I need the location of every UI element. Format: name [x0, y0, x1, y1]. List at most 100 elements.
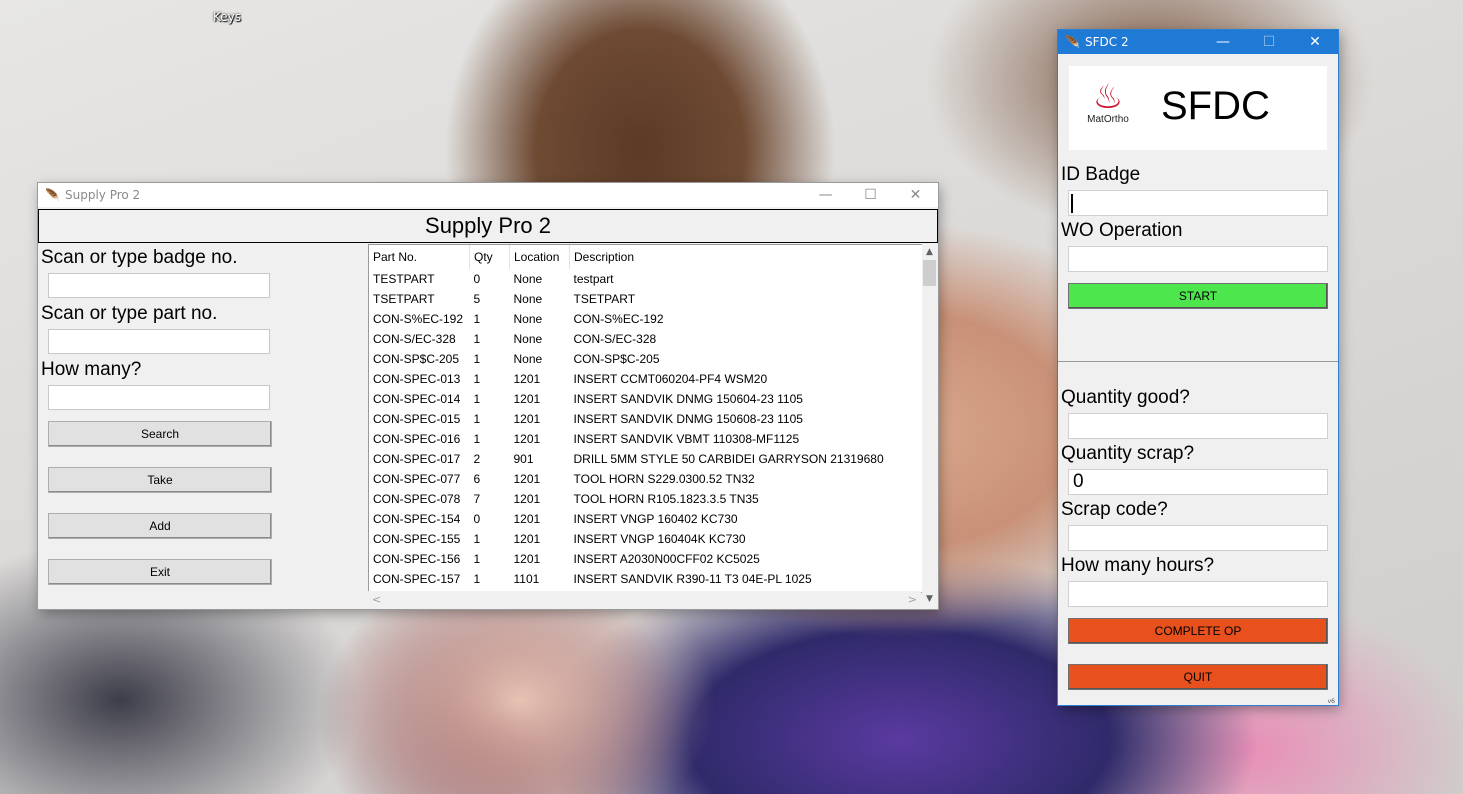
- column-header-qty[interactable]: Qty: [469, 245, 510, 269]
- description-cell: INSERT VNGP 160402 KC730: [573, 512, 738, 526]
- id-badge-input[interactable]: [1068, 190, 1328, 216]
- part-no-cell: TESTPART: [373, 272, 435, 286]
- part-no-cell: CON-SPEC-017: [373, 452, 461, 466]
- vertical-scrollbar[interactable]: ▲ ▼: [922, 244, 937, 607]
- scroll-right-icon[interactable]: >: [908, 593, 917, 606]
- table-row[interactable]: CON-SPEC-155 1 1201 INSERT VNGP 160404K KC7…: [369, 529, 918, 549]
- part-no-cell: CON-SP$C-205: [373, 352, 460, 366]
- table-header-row: Part No. Qty Location Description: [369, 245, 918, 269]
- location-cell: None: [513, 352, 543, 366]
- matortho-logo: ♨ MatOrtho: [1083, 80, 1133, 125]
- maximize-button[interactable]: ☐: [848, 183, 893, 207]
- sfdc-titlebar[interactable]: 🪶 SFDC 2 — ☐ ✕: [1058, 30, 1338, 54]
- horizontal-scrollbar[interactable]: < >: [368, 591, 921, 607]
- location-cell: 901: [513, 452, 534, 466]
- table-row[interactable]: CON-SPEC-015 1 1201 INSERT SANDVIK DNMG 150…: [369, 409, 918, 429]
- id-badge-label: ID Badge: [1061, 164, 1141, 185]
- version-label: v6: [1327, 698, 1335, 705]
- column-header-description[interactable]: Description: [569, 245, 918, 269]
- complete-op-button[interactable]: COMPLETE OP: [1068, 618, 1328, 644]
- part-no-cell: CON-SPEC-015: [373, 412, 461, 426]
- sfdc-window: 🪶 SFDC 2 — ☐ ✕ ♨ MatOrtho SFDC ID Badge …: [1058, 30, 1338, 705]
- column-header-location[interactable]: Location: [509, 245, 570, 269]
- part-no-cell: TSETPART: [373, 292, 435, 306]
- maximize-button[interactable]: ☐: [1246, 30, 1292, 54]
- window-title: SFDC 2: [1085, 35, 1129, 49]
- quantity-good-input[interactable]: [1068, 413, 1328, 439]
- table-row[interactable]: CON-SPEC-013 1 1201 INSERT CCMT060204-PF4 W…: [369, 369, 918, 389]
- add-button[interactable]: Add: [48, 513, 272, 539]
- location-cell: None: [513, 332, 543, 346]
- table-row[interactable]: CON-SPEC-078 7 1201 TOOL HORN R105.1823.3.5…: [369, 489, 918, 509]
- description-cell: INSERT SANDVIK DNMG 150608-23 1105: [573, 412, 803, 426]
- desktop-icon-keys[interactable]: Keys: [205, 0, 249, 24]
- exit-button[interactable]: Exit: [48, 559, 272, 585]
- table-row[interactable]: CON-SP$C-205 1 None CON-SP$C-205: [369, 349, 918, 369]
- qty-cell: 0: [473, 512, 481, 526]
- start-button[interactable]: START: [1068, 283, 1328, 309]
- wo-operation-label: WO Operation: [1061, 220, 1183, 241]
- qty-cell: 1: [473, 372, 481, 386]
- table-row[interactable]: CON-SPEC-156 1 1201 INSERT A2030N00CFF02 KC…: [369, 549, 918, 569]
- search-button[interactable]: Search: [48, 421, 272, 447]
- table-row[interactable]: TSETPART 5 None TSETPART: [369, 289, 918, 309]
- table-row[interactable]: CON-SPEC-077 6 1201 TOOL HORN S229.0300.52 …: [369, 469, 918, 489]
- scroll-up-icon[interactable]: ▲: [922, 244, 937, 260]
- part-no-cell: CON-S/EC-328: [373, 332, 456, 346]
- location-cell: 1201: [513, 492, 541, 506]
- location-cell: 1201: [513, 472, 541, 486]
- table-row[interactable]: CON-SPEC-016 1 1201 INSERT SANDVIK VBMT 110…: [369, 429, 918, 449]
- qty-cell: 1: [473, 432, 481, 446]
- take-button[interactable]: Take: [48, 467, 272, 493]
- table-row[interactable]: CON-S%EC-192 1 None CON-S%EC-192: [369, 309, 918, 329]
- scroll-left-icon[interactable]: <: [372, 593, 381, 606]
- scroll-thumb[interactable]: [923, 260, 936, 286]
- location-cell: 1201: [513, 512, 541, 526]
- close-button[interactable]: ✕: [893, 183, 938, 207]
- parts-table[interactable]: Part No. Qty Location Description TESTPA…: [368, 244, 923, 593]
- hours-input[interactable]: [1068, 581, 1328, 607]
- wo-operation-input[interactable]: [1068, 246, 1328, 272]
- close-button[interactable]: ✕: [1292, 30, 1338, 54]
- quantity-scrap-input[interactable]: 0: [1068, 469, 1328, 495]
- table-row[interactable]: CON-SPEC-017 2 901 DRILL 5MM STYLE 50 CARBI…: [369, 449, 918, 469]
- minimize-button[interactable]: —: [803, 183, 848, 207]
- desktop-icon-label: Keys: [212, 10, 241, 24]
- description-cell: TOOL HORN S229.0300.52 TN32: [573, 472, 755, 486]
- scroll-down-icon[interactable]: ▼: [922, 591, 937, 607]
- badge-input[interactable]: [48, 273, 270, 298]
- quantity-input[interactable]: [48, 385, 270, 410]
- table-row[interactable]: CON-SPEC-157 1 1101 INSERT SANDVIK R390-11 …: [369, 569, 918, 589]
- location-cell: 1201: [513, 412, 541, 426]
- feather-icon: 🪶: [1065, 35, 1080, 49]
- location-cell: 1201: [513, 392, 541, 406]
- qty-cell: 1: [473, 312, 481, 326]
- qty-cell: 1: [473, 332, 481, 346]
- minimize-button[interactable]: —: [1200, 30, 1246, 54]
- description-cell: testpart: [573, 272, 614, 286]
- qty-cell: 1: [473, 572, 481, 586]
- part-no-cell: CON-SPEC-077: [373, 472, 461, 486]
- part-input[interactable]: [48, 329, 270, 354]
- qty-cell: 6: [473, 472, 481, 486]
- scrap-code-label: Scrap code?: [1061, 499, 1168, 520]
- supply-pro-titlebar[interactable]: 🪶 Supply Pro 2 — ☐ ✕: [38, 183, 938, 207]
- description-cell: CON-S/EC-328: [573, 332, 657, 346]
- how-many-label: How many?: [41, 359, 142, 380]
- description-cell: INSERT A2030N00CFF02 KC5025: [573, 552, 760, 566]
- scrap-code-input[interactable]: [1068, 525, 1328, 551]
- location-cell: 1201: [513, 372, 541, 386]
- quantity-good-label: Quantity good?: [1061, 387, 1190, 408]
- qty-cell: 7: [473, 492, 481, 506]
- description-cell: INSERT VNGP 160404K KC730: [573, 532, 746, 546]
- description-cell: INSERT SANDVIK VBMT 110308-MF1125: [573, 432, 800, 446]
- part-no-cell: CON-SPEC-078: [373, 492, 461, 506]
- table-row[interactable]: TESTPART 0 None testpart: [369, 269, 918, 289]
- table-row[interactable]: CON-SPEC-154 0 1201 INSERT VNGP 160402 KC73…: [369, 509, 918, 529]
- column-header-part-no[interactable]: Part No.: [369, 245, 470, 269]
- location-cell: 1201: [513, 552, 541, 566]
- quit-button[interactable]: QUIT: [1068, 664, 1328, 690]
- key-icon: [205, 0, 249, 10]
- table-row[interactable]: CON-S/EC-328 1 None CON-S/EC-328: [369, 329, 918, 349]
- table-row[interactable]: CON-SPEC-014 1 1201 INSERT SANDVIK DNMG 150…: [369, 389, 918, 409]
